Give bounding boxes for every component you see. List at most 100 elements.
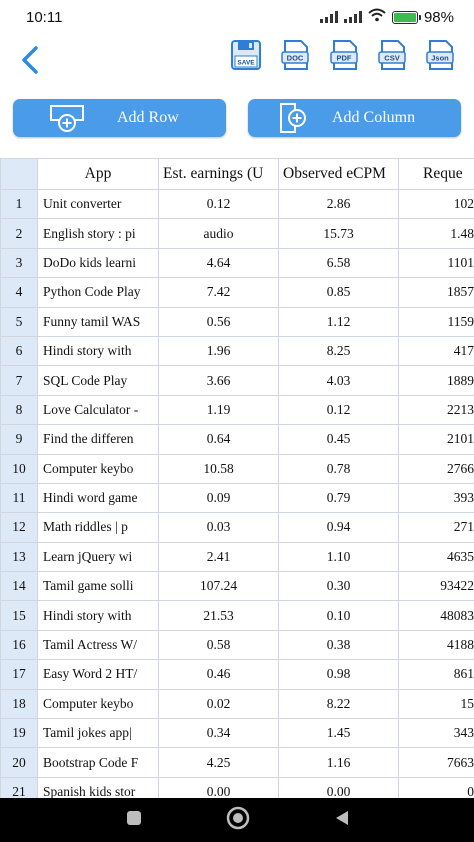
earnings-cell[interactable]: 0.64 [158,424,279,455]
earnings-cell[interactable]: 2.41 [158,541,279,573]
row-number-cell[interactable]: 11 [0,482,38,514]
earnings-cell[interactable]: 0.34 [158,718,279,749]
requests-cell[interactable]: 102 [398,188,474,220]
app-name-cell[interactable]: Learn jQuery wi [37,541,159,573]
earnings-cell[interactable]: audio [158,218,279,249]
csv-icon[interactable]: CSV [376,39,408,71]
ecpm-cell[interactable]: 0.98 [278,659,399,690]
table-row[interactable]: 11 Hindi word game 0.09 0.79 393 [0,482,474,514]
app-name-cell[interactable]: Funny tamil WAS [37,306,159,337]
app-name-cell[interactable]: Computer keybo [37,453,159,484]
table-row[interactable]: 12 Math riddles | p 0.03 0.94 271 [0,512,474,543]
earnings-cell[interactable]: 4.64 [158,247,279,279]
app-name-cell[interactable]: Find the differen [37,424,159,455]
requests-cell[interactable]: 1101 [398,247,474,279]
table-row[interactable]: 19 Tamil jokes app| 0.34 1.45 343 [0,718,474,749]
requests-cell[interactable]: 1.48 [398,218,474,249]
corner-cell[interactable] [0,158,38,190]
row-number-cell[interactable]: 1 [0,188,38,220]
table-row[interactable]: 10 Computer keybo 10.58 0.78 2766 [0,453,474,484]
ecpm-cell[interactable]: 0.38 [278,629,399,661]
requests-cell[interactable]: 4635 [398,541,474,573]
table-row[interactable]: 16 Tamil Actress W/0.58 0.38 4188 [0,629,474,661]
row-number-cell[interactable]: 17 [0,659,38,690]
requests-cell[interactable]: 15 [398,688,474,720]
row-number-cell[interactable]: 21 [0,776,38,798]
ecpm-cell[interactable]: 8.25 [278,335,399,367]
pdf-icon[interactable]: PDF [328,39,360,71]
recents-square-icon[interactable] [124,808,144,833]
table-row[interactable]: 18 Computer keybo 0.02 8.22 15 [0,688,474,720]
earnings-cell[interactable]: 21.53 [158,600,279,631]
app-name-cell[interactable]: Tamil Actress W/ [37,629,159,661]
row-number-cell[interactable]: 7 [0,365,38,396]
back-triangle-icon[interactable] [332,808,352,833]
earnings-cell[interactable]: 0.02 [158,688,279,720]
column-header-app[interactable]: App [37,158,159,190]
table-row[interactable]: 7 SQL Code Play 3.66 4.03 1889 [0,365,474,396]
table-row[interactable]: 1 Unit converter 0.12 2.86 102 [0,188,474,220]
requests-cell[interactable]: 93422 [398,571,474,602]
table-row[interactable]: 5 Funny tamil WAS 0.56 1.12 1159 [0,306,474,337]
column-header-ecpm[interactable]: Observed eCPM [278,158,399,190]
table-row[interactable]: 21 Spanish kids stor 0.00 0.00 0 [0,776,474,798]
app-name-cell[interactable]: Hindi word game [37,482,159,514]
table-row[interactable]: 8 Love Calculator -1.19 0.12 2213 [0,394,474,426]
table-row[interactable]: 6 Hindi story with 1.96 8.25 417 [0,335,474,367]
app-name-cell[interactable]: Easy Word 2 HT/ [37,659,159,690]
earnings-cell[interactable]: 0.03 [158,512,279,543]
app-name-cell[interactable]: Spanish kids stor [37,776,159,798]
app-name-cell[interactable]: Bootstrap Code F [37,747,159,778]
row-number-cell[interactable]: 6 [0,335,38,367]
ecpm-cell[interactable]: 0.10 [278,600,399,631]
earnings-cell[interactable]: 7.42 [158,277,279,308]
doc-icon[interactable]: DOC [279,39,311,71]
table-row[interactable]: 9 Find the differen 0.64 0.45 2101 [0,424,474,455]
requests-cell[interactable]: 7663 [398,747,474,778]
table-row[interactable]: 13 Learn jQuery wi 2.41 1.10 4635 [0,541,474,573]
ecpm-cell[interactable]: 0.30 [278,571,399,602]
earnings-cell[interactable]: 0.12 [158,188,279,220]
earnings-cell[interactable]: 4.25 [158,747,279,778]
ecpm-cell[interactable]: 0.12 [278,394,399,426]
save-icon[interactable]: SAVE [230,39,262,71]
app-name-cell[interactable]: Tamil jokes app| [37,718,159,749]
back-arrow-icon[interactable] [14,42,50,78]
requests-cell[interactable]: 4188 [398,629,474,661]
requests-cell[interactable]: 343 [398,718,474,749]
ecpm-cell[interactable]: 1.45 [278,718,399,749]
requests-cell[interactable]: 393 [398,482,474,514]
row-number-cell[interactable]: 16 [0,629,38,661]
app-name-cell[interactable]: Unit converter [37,188,159,220]
requests-cell[interactable]: 271 [398,512,474,543]
app-name-cell[interactable]: Love Calculator - [37,394,159,426]
ecpm-cell[interactable]: 0.79 [278,482,399,514]
requests-cell[interactable]: 861 [398,659,474,690]
table-row[interactable]: 4 Python Code Play 7.42 0.85 1857 [0,277,474,308]
row-number-cell[interactable]: 20 [0,747,38,778]
ecpm-cell[interactable]: 8.22 [278,688,399,720]
row-number-cell[interactable]: 5 [0,306,38,337]
earnings-cell[interactable]: 0.56 [158,306,279,337]
app-name-cell[interactable]: Tamil game solli [37,571,159,602]
requests-cell[interactable]: 48083 [398,600,474,631]
ecpm-cell[interactable]: 6.58 [278,247,399,279]
ecpm-cell[interactable]: 1.10 [278,541,399,573]
row-number-cell[interactable]: 3 [0,247,38,279]
column-header-earnings[interactable]: Est. earnings (U [158,158,279,190]
row-number-cell[interactable]: 10 [0,453,38,484]
add-row-button[interactable]: Add Row [13,99,226,137]
row-number-cell[interactable]: 13 [0,541,38,573]
app-name-cell[interactable]: SQL Code Play [37,365,159,396]
earnings-cell[interactable]: 0.00 [158,776,279,798]
requests-cell[interactable]: 2101 [398,424,474,455]
ecpm-cell[interactable]: 1.16 [278,747,399,778]
requests-cell[interactable]: 417 [398,335,474,367]
data-table[interactable]: App Est. earnings (U Observed eCPM Reque… [0,158,474,798]
ecpm-cell[interactable]: 15.73 [278,218,399,249]
row-number-cell[interactable]: 2 [0,218,38,249]
row-number-cell[interactable]: 15 [0,600,38,631]
json-icon[interactable]: Json [424,39,456,71]
app-name-cell[interactable]: English story : pi [37,218,159,249]
table-row[interactable]: 17 Easy Word 2 HT/0.46 0.98 861 [0,659,474,690]
